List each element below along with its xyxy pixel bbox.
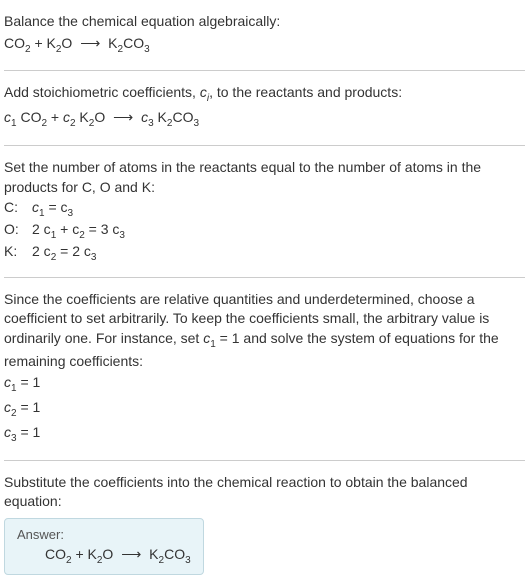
species-2: K — [76, 109, 89, 125]
intro-section: Balance the chemical equation algebraica… — [4, 8, 525, 62]
balance-eq: c1 = c3 — [32, 199, 73, 219]
var: c — [4, 374, 11, 390]
c2-var: c — [63, 109, 70, 125]
arrow-icon: ⟶ — [121, 546, 141, 563]
product-1-mid: CO — [164, 546, 185, 562]
arrow-icon: ⟶ — [80, 34, 100, 54]
step4-section: Substitute the coefficients into the che… — [4, 469, 525, 579]
c1-var: c — [4, 109, 11, 125]
species-3: K — [154, 109, 167, 125]
balance-row-o: O: 2 c1 + c2 = 3 c3 — [4, 221, 525, 241]
solution-line-3: c3 = 1 — [4, 423, 525, 446]
var: c — [32, 199, 39, 215]
sub: 3 — [91, 252, 97, 263]
text-b: , to the reactants and products: — [209, 84, 402, 100]
sub: 3 — [193, 118, 199, 129]
var: c — [4, 399, 11, 415]
product-1-mid: CO — [123, 35, 144, 51]
sub: 3 — [68, 208, 74, 219]
plus: + — [47, 109, 63, 125]
divider — [4, 460, 525, 461]
step3-section: Since the coefficients are relative quan… — [4, 286, 525, 452]
answer-equation: CO2 + K2O ⟶ K2CO3 — [17, 546, 191, 566]
divider — [4, 145, 525, 146]
step2-section: Set the number of atoms in the reactants… — [4, 154, 525, 269]
solution-line-2: c2 = 1 — [4, 398, 525, 421]
plus-reactant-2: + K — [31, 35, 56, 51]
val: = 1 — [17, 424, 41, 440]
sub: 3 — [144, 43, 150, 54]
mid: = c — [45, 199, 68, 215]
reactant-2-tail: O — [61, 35, 76, 51]
pre: 2 c — [32, 221, 51, 237]
sub: 3 — [185, 555, 191, 566]
species-1: CO — [17, 109, 42, 125]
mid: + c — [56, 221, 79, 237]
step4-text: Substitute the coefficients into the che… — [4, 473, 525, 512]
step1-text: Add stoichiometric coefficients, ci, to … — [4, 83, 525, 106]
reactant-1: CO — [45, 546, 66, 562]
species-2-tail: O — [94, 109, 109, 125]
pre: 2 c — [32, 243, 51, 259]
text-a: Add stoichiometric coefficients, — [4, 84, 200, 100]
element-label: C: — [4, 199, 24, 219]
arrow-icon: ⟶ — [113, 108, 133, 128]
sub: 3 — [119, 230, 125, 241]
reactant-2-tail: O — [102, 546, 117, 562]
divider — [4, 277, 525, 278]
product-1: K — [104, 35, 117, 51]
mid2: = 3 c — [85, 221, 120, 237]
mid: = 2 c — [56, 243, 91, 259]
answer-box: Answer: CO2 + K2O ⟶ K2CO3 — [4, 518, 204, 575]
balance-eq: 2 c2 = 2 c3 — [32, 243, 96, 263]
species-3-mid: CO — [172, 109, 193, 125]
step2-text: Set the number of atoms in the reactants… — [4, 158, 525, 197]
answer-label: Answer: — [17, 527, 191, 542]
balance-row-k: K: 2 c2 = 2 c3 — [4, 243, 525, 263]
step1-section: Add stoichiometric coefficients, ci, to … — [4, 79, 525, 137]
solution-line-1: c1 = 1 — [4, 373, 525, 396]
plus-reactant-2: + K — [72, 546, 97, 562]
ci-var: c — [200, 84, 207, 100]
balance-eq: 2 c1 + c2 = 3 c3 — [32, 221, 125, 241]
intro-equation: CO2 + K2O ⟶ K2CO3 — [4, 34, 525, 57]
step1-equation: c1 CO2 + c2 K2O ⟶ c3 K2CO3 — [4, 108, 525, 131]
val: = 1 — [17, 374, 41, 390]
element-label: O: — [4, 221, 24, 241]
step3-text: Since the coefficients are relative quan… — [4, 290, 525, 372]
var: c — [4, 424, 11, 440]
balance-row-c: C: c1 = c3 — [4, 199, 525, 219]
intro-title: Balance the chemical equation algebraica… — [4, 12, 525, 32]
val: = 1 — [17, 399, 41, 415]
reactant-1: CO — [4, 35, 25, 51]
product-1: K — [145, 546, 158, 562]
divider — [4, 70, 525, 71]
element-label: K: — [4, 243, 24, 263]
